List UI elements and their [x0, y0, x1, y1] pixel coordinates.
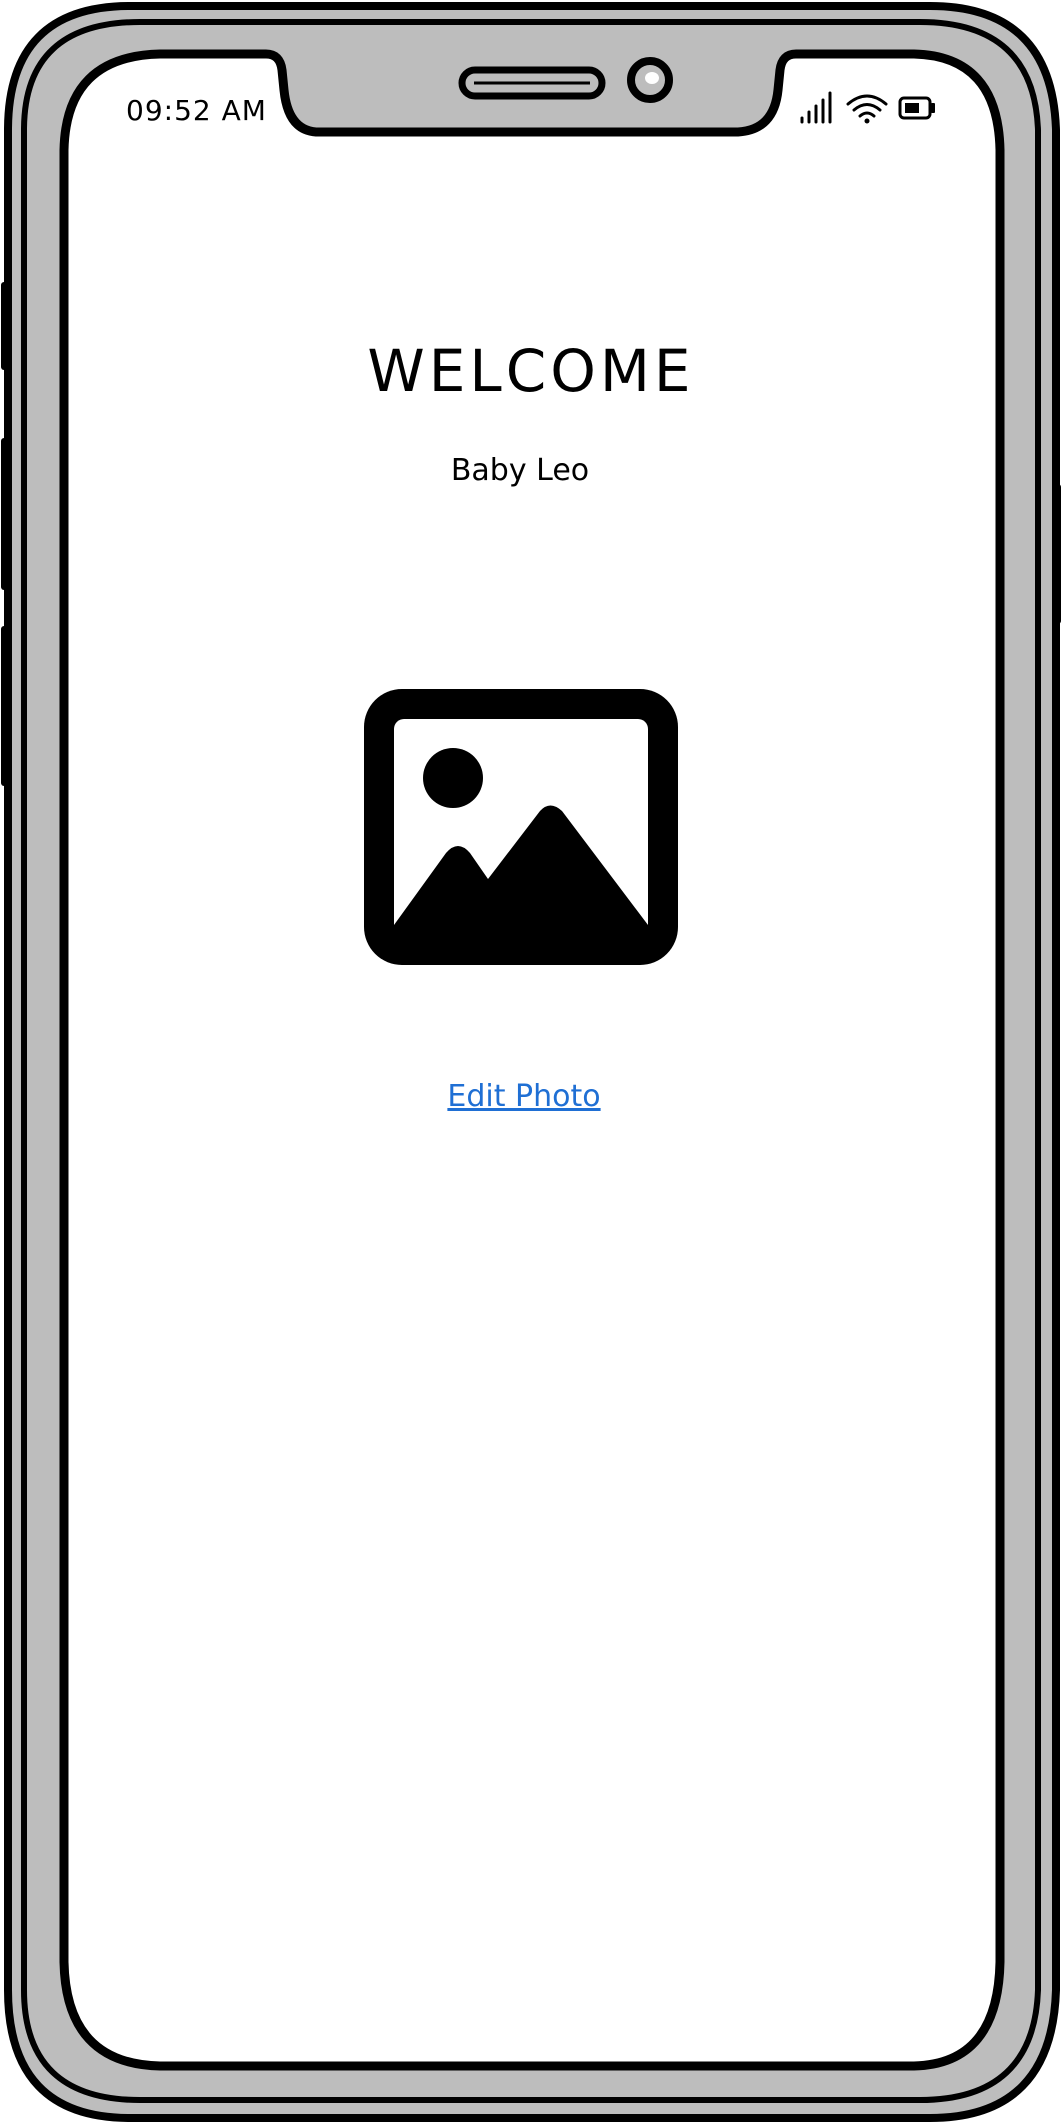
status-icons: [798, 90, 940, 130]
side-button-power: [1053, 484, 1061, 624]
phone-mockup: 09:52 AM WELCOME Baby Leo Edit Photo: [0, 0, 1062, 2125]
side-button-volume-down: [1, 626, 9, 786]
phone-frame: [1, 2, 1061, 2122]
photo-placeholder: [364, 689, 678, 965]
baby-name: Baby Leo: [450, 453, 590, 488]
edit-photo-link[interactable]: Edit Photo: [0, 1082, 1048, 1112]
battery-icon: [898, 96, 935, 120]
wifi-icon: [846, 94, 888, 124]
page-title: WELCOME: [367, 337, 695, 405]
signal-icon: [800, 91, 832, 124]
status-time: 09:52 AM: [126, 94, 267, 127]
image-placeholder-icon: [364, 689, 678, 965]
